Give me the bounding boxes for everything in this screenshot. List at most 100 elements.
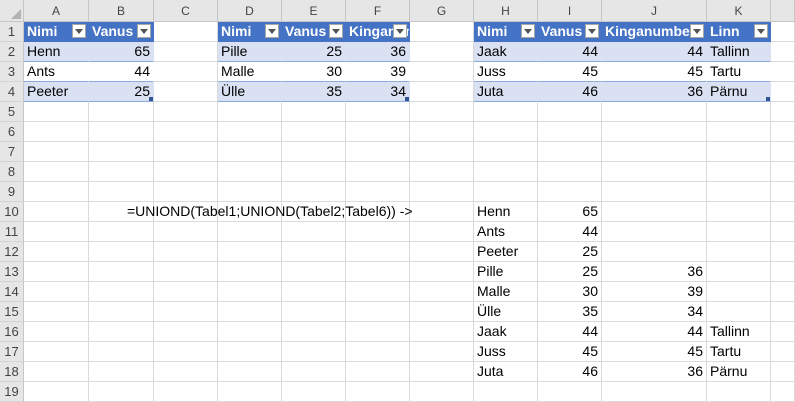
table-resize-handle[interactable] — [149, 97, 153, 101]
result-cell[interactable]: 46 — [538, 362, 602, 382]
table6-data-cell[interactable]: 45 — [602, 62, 707, 82]
result-cell[interactable]: 34 — [602, 302, 707, 322]
result-cell[interactable]: 44 — [538, 322, 602, 342]
grid-cell[interactable] — [89, 162, 154, 182]
table6-data-cell[interactable]: Jaak — [474, 42, 538, 62]
result-cell[interactable]: 44 — [602, 322, 707, 342]
table1-data-cell[interactable]: Peeter — [24, 82, 89, 102]
grid-cell[interactable] — [707, 142, 771, 162]
table2-header-cell[interactable]: Nimi — [218, 22, 282, 42]
table6-header-cell[interactable]: Kinganumber — [602, 22, 707, 42]
grid-cell[interactable] — [602, 162, 707, 182]
table6-data-cell[interactable]: Tallinn — [707, 42, 771, 62]
grid-cell[interactable] — [154, 22, 218, 42]
grid-cell[interactable] — [771, 62, 795, 82]
grid-cell[interactable] — [89, 342, 154, 362]
grid-cell[interactable] — [24, 222, 89, 242]
grid-cell[interactable] — [154, 182, 218, 202]
table2-data-cell[interactable]: Pille — [218, 42, 282, 62]
grid-cell[interactable] — [602, 242, 707, 262]
table1-data-cell[interactable]: 65 — [89, 42, 154, 62]
grid-cell[interactable] — [474, 162, 538, 182]
table6-data-cell[interactable]: 45 — [538, 62, 602, 82]
grid-cell[interactable] — [282, 102, 346, 122]
row-header-9[interactable]: 9 — [0, 182, 24, 202]
grid-cell[interactable] — [89, 142, 154, 162]
grid-cell[interactable] — [538, 102, 602, 122]
grid-cell[interactable] — [24, 202, 89, 222]
grid-cell[interactable] — [410, 82, 474, 102]
grid-cell[interactable] — [24, 322, 89, 342]
filter-dropdown-icon[interactable] — [72, 24, 86, 38]
column-header-f[interactable]: F — [346, 0, 410, 22]
grid-cell[interactable] — [218, 322, 282, 342]
grid-cell[interactable] — [410, 62, 474, 82]
grid-cell[interactable] — [282, 142, 346, 162]
table6-data-cell[interactable]: 44 — [602, 42, 707, 62]
column-header-d[interactable]: D — [218, 0, 282, 22]
grid-cell[interactable] — [282, 162, 346, 182]
grid-cell[interactable] — [538, 142, 602, 162]
grid-cell[interactable] — [602, 102, 707, 122]
table2-data-cell[interactable]: 39 — [346, 62, 410, 82]
grid-cell[interactable] — [346, 242, 410, 262]
grid-cell[interactable] — [410, 302, 474, 322]
grid-cell[interactable] — [707, 302, 771, 322]
grid-cell[interactable] — [771, 182, 795, 202]
grid-cell[interactable] — [602, 142, 707, 162]
result-cell[interactable]: Pärnu — [707, 362, 771, 382]
table2-data-cell[interactable]: 34 — [346, 82, 410, 102]
grid-cell[interactable] — [771, 162, 795, 182]
grid-cell[interactable] — [410, 42, 474, 62]
grid-cell[interactable] — [218, 282, 282, 302]
row-header-10[interactable]: 10 — [0, 202, 24, 222]
row-header-2[interactable]: 2 — [0, 42, 24, 62]
column-header-e[interactable]: E — [282, 0, 346, 22]
result-cell[interactable]: 36 — [602, 362, 707, 382]
grid-cell[interactable] — [154, 82, 218, 102]
grid-cell[interactable] — [282, 302, 346, 322]
grid-cell[interactable] — [218, 302, 282, 322]
grid-cell[interactable] — [89, 302, 154, 322]
grid-cell[interactable] — [282, 282, 346, 302]
filter-dropdown-icon[interactable] — [393, 24, 407, 38]
table2-data-cell[interactable]: 35 — [282, 82, 346, 102]
grid-cell[interactable] — [346, 142, 410, 162]
grid-cell[interactable] — [410, 342, 474, 362]
column-header-k[interactable]: K — [707, 0, 771, 22]
result-cell[interactable]: 25 — [538, 262, 602, 282]
grid-cell[interactable] — [154, 42, 218, 62]
grid-cell[interactable] — [346, 262, 410, 282]
grid-cell[interactable] — [538, 182, 602, 202]
result-cell[interactable]: Jaak — [474, 322, 538, 342]
formula-text-cell[interactable]: =UNIOND(Tabel1;UNIOND(Tabel2;Tabel6)) -> — [124, 202, 424, 222]
grid-cell[interactable] — [602, 222, 707, 242]
grid-cell[interactable] — [707, 162, 771, 182]
grid-cell[interactable] — [218, 182, 282, 202]
grid-cell[interactable] — [89, 322, 154, 342]
grid-cell[interactable] — [410, 242, 474, 262]
grid-cell[interactable] — [538, 382, 602, 402]
grid-cell[interactable] — [218, 142, 282, 162]
grid-cell[interactable] — [771, 362, 795, 382]
grid-cell[interactable] — [707, 222, 771, 242]
result-cell[interactable]: 45 — [602, 342, 707, 362]
grid-cell[interactable] — [771, 142, 795, 162]
table6-header-cell[interactable]: Nimi — [474, 22, 538, 42]
grid-cell[interactable] — [771, 342, 795, 362]
filter-dropdown-icon[interactable] — [585, 24, 599, 38]
result-cell[interactable]: 36 — [602, 262, 707, 282]
grid-cell[interactable] — [89, 122, 154, 142]
result-cell[interactable]: 35 — [538, 302, 602, 322]
grid-cell[interactable] — [154, 142, 218, 162]
grid-cell[interactable] — [154, 302, 218, 322]
grid-cell[interactable] — [771, 102, 795, 122]
table1-data-cell[interactable]: 44 — [89, 62, 154, 82]
grid-cell[interactable] — [154, 62, 218, 82]
result-cell[interactable]: Ants — [474, 222, 538, 242]
grid-cell[interactable] — [218, 222, 282, 242]
table6-data-cell[interactable]: 36 — [602, 82, 707, 102]
grid-cell[interactable] — [282, 222, 346, 242]
grid-cell[interactable] — [346, 382, 410, 402]
result-cell[interactable]: 44 — [538, 222, 602, 242]
